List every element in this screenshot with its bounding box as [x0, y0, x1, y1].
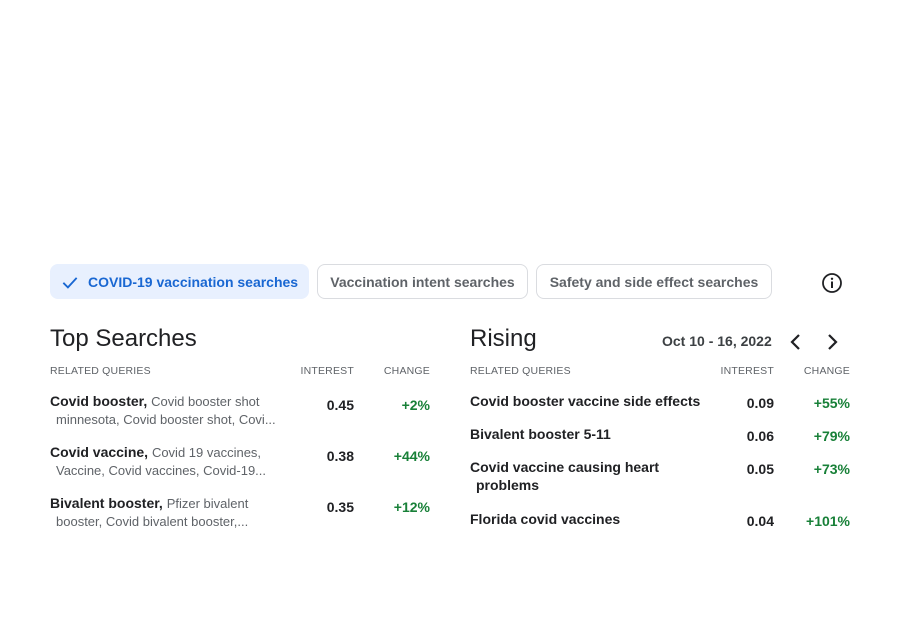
query-related: minnesota, Covid booster shot, Covi...	[56, 412, 276, 427]
query-text: Covid booster, Covid booster shot minnes…	[50, 392, 276, 429]
change-value: +101%	[806, 513, 850, 529]
interest-value: 0.06	[746, 428, 774, 444]
chevron-left-icon[interactable]	[784, 330, 808, 354]
interest-value: 0.38	[326, 448, 354, 464]
panel-title: Top Searches	[50, 325, 197, 352]
chip-vaccination-intent-searches[interactable]: Vaccination intent searches	[317, 264, 528, 299]
interest-value: 0.09	[746, 395, 774, 411]
interest-value: 0.05	[746, 461, 774, 477]
query-text: Bivalent booster, Pfizer bivalent booste…	[50, 494, 248, 531]
query-main: Florida covid vaccines	[470, 511, 621, 527]
info-icon[interactable]	[820, 271, 844, 295]
query-main-continued: problems	[476, 477, 540, 493]
query-main: Covid booster vaccine side effects	[470, 393, 701, 409]
query-text: Bivalent booster 5-11	[470, 425, 710, 443]
chip-covid-vaccination-searches[interactable]: COVID-19 vaccination searches	[50, 264, 309, 299]
rising-panel: Rising Oct 10 - 16, 2022 RELATED QUERIES…	[470, 322, 850, 529]
column-header-interest: INTEREST	[300, 365, 354, 377]
date-range-label: Oct 10 - 16, 2022	[662, 333, 772, 349]
query-text: Covid booster vaccine side effects	[470, 392, 710, 410]
query-related: Covid 19 vaccines,	[151, 445, 262, 460]
change-value: +73%	[813, 461, 850, 477]
chip-label: Safety and side effect searches	[549, 273, 759, 290]
interest-value: 0.45	[326, 397, 354, 413]
check-icon	[60, 272, 80, 292]
column-header-related-queries: RELATED QUERIES	[50, 365, 151, 377]
change-value: +79%	[813, 428, 850, 444]
query-text: Florida covid vaccines	[470, 510, 710, 528]
column-header-change: CHANGE	[383, 365, 430, 377]
query-main: Covid booster,	[50, 393, 148, 409]
query-related: Pfizer bivalent	[166, 496, 249, 511]
chip-safety-side-effect-searches[interactable]: Safety and side effect searches	[536, 264, 772, 299]
chip-label: Vaccination intent searches	[330, 273, 515, 290]
chevron-right-icon[interactable]	[820, 330, 844, 354]
column-header-change: CHANGE	[803, 365, 850, 377]
column-header-interest: INTEREST	[720, 365, 774, 377]
query-related: Vaccine, Covid vaccines, Covid-19...	[56, 463, 267, 478]
query-related: booster, Covid bivalent booster,...	[56, 514, 249, 529]
query-text: Covid vaccine causing heart problems	[470, 458, 710, 494]
column-header-related-queries: RELATED QUERIES	[470, 365, 571, 377]
change-value: +2%	[401, 397, 430, 413]
search-category-chips: COVID-19 vaccination searches Vaccinatio…	[50, 264, 850, 300]
query-main: Covid vaccine causing heart	[470, 459, 660, 475]
change-value: +12%	[393, 499, 430, 515]
top-searches-panel: Top Searches RELATED QUERIES INTEREST CH…	[50, 322, 430, 529]
query-main: Bivalent booster,	[50, 495, 163, 511]
query-text: Covid vaccine, Covid 19 vaccines, Vaccin…	[50, 443, 266, 480]
change-value: +44%	[393, 448, 430, 464]
chip-label: COVID-19 vaccination searches	[88, 273, 299, 290]
query-related: Covid booster shot	[151, 394, 260, 409]
interest-value: 0.35	[326, 499, 354, 515]
query-main: Covid vaccine,	[50, 444, 149, 460]
interest-value: 0.04	[746, 513, 774, 529]
change-value: +55%	[813, 395, 850, 411]
query-main: Bivalent booster 5-11	[470, 426, 611, 442]
